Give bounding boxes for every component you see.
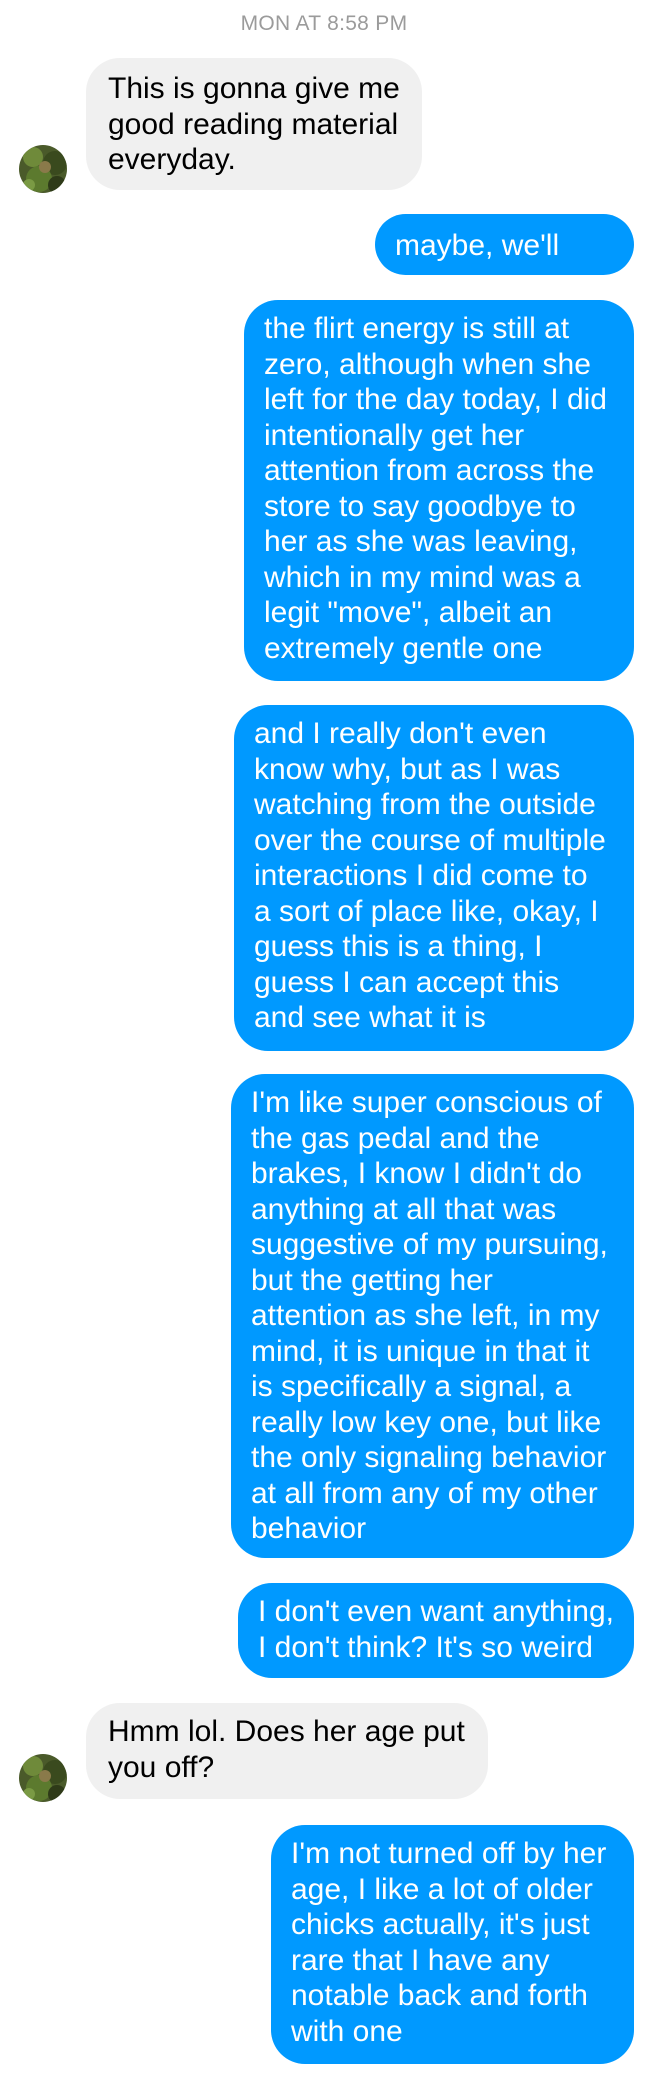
message-bubble-outgoing[interactable]: maybe, we'll see — [375, 214, 634, 298]
message-bubble-incoming[interactable]: Hmm lol. Does her age put you off? — [86, 1703, 488, 1799]
message-bubble-outgoing[interactable]: I'm like super conscious of the gas peda… — [231, 1074, 634, 1558]
message-bubble-outgoing[interactable]: the flirt energy is still at zero, altho… — [244, 300, 634, 681]
contact-avatar[interactable] — [19, 1754, 67, 1802]
message-bubble-outgoing[interactable]: I'm not turned off by her age, I like a … — [271, 1825, 634, 2064]
contact-avatar[interactable] — [19, 145, 67, 193]
message-bubble-outgoing[interactable]: I don't even want anything, I don't thin… — [238, 1583, 634, 1678]
avatar-photo-icon — [19, 1754, 67, 1802]
message-bubble-outgoing[interactable]: and I really don't even know why, but as… — [234, 705, 634, 1051]
message-bubble-incoming[interactable]: This is gonna give me good reading mater… — [86, 58, 422, 190]
avatar-photo-icon — [19, 145, 67, 193]
conversation-timestamp: MON AT 8:58 PM — [240, 12, 408, 35]
